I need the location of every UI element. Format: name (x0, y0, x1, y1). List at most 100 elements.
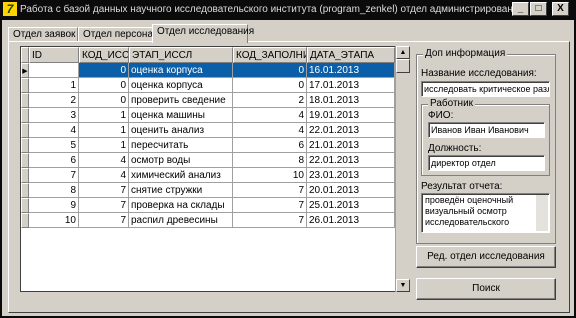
cell-id[interactable]: 9 (29, 198, 79, 213)
cell-date[interactable]: 20.01.2013 (307, 183, 395, 198)
search-button[interactable]: Поиск (416, 278, 556, 300)
column-header-etap[interactable]: ЭТАП_ИССЛ (129, 47, 233, 63)
title-bar[interactable]: 7 Работа с базой данных научного исследо… (0, 0, 576, 20)
table-row[interactable]: 1 0 оценка корпуса 0 17.01.2013 (21, 78, 409, 93)
cell-kod-zap[interactable]: 7 (233, 183, 307, 198)
result-memo[interactable]: проведён оценочный визуальный осмотр исс… (421, 193, 550, 233)
cell-date[interactable]: 17.01.2013 (307, 78, 395, 93)
cell-etap[interactable]: пересчитать (129, 138, 233, 153)
cell-kod-zap[interactable]: 8 (233, 153, 307, 168)
row-pointer-icon[interactable]: ▶ (21, 63, 29, 78)
table-row[interactable]: 10 7 распил древесины 7 26.01.2013 (21, 213, 409, 228)
column-header-date[interactable]: ДАТА_ЭТАПА (307, 47, 395, 63)
cell-etap[interactable]: снятие стружки (129, 183, 233, 198)
cell-kod-issl[interactable]: 7 (79, 213, 129, 228)
cell-id[interactable]: 3 (29, 108, 79, 123)
cell-kod-issl[interactable]: 1 (79, 108, 129, 123)
cell-kod-zap[interactable]: 10 (233, 168, 307, 183)
cell-date[interactable]: 22.01.2013 (307, 123, 395, 138)
cell-kod-zap[interactable]: 4 (233, 123, 307, 138)
table-row[interactable]: 9 7 проверка на склады 7 25.01.2013 (21, 198, 409, 213)
cell-date[interactable]: 25.01.2013 (307, 198, 395, 213)
cell-id[interactable] (29, 63, 79, 78)
research-grid[interactable]: ID КОД_ИССЛЕ ЭТАП_ИССЛ КОД_ЗАПОЛНИКА ДАТ… (20, 46, 410, 292)
cell-date[interactable]: 22.01.2013 (307, 153, 395, 168)
maximize-button[interactable]: □ (530, 2, 547, 16)
row-indicator[interactable] (21, 138, 29, 153)
row-indicator[interactable] (21, 183, 29, 198)
cell-kod-issl[interactable]: 7 (79, 183, 129, 198)
cell-id[interactable]: 1 (29, 78, 79, 93)
table-row[interactable]: 4 1 оценить анализ 4 22.01.2013 (21, 123, 409, 138)
cell-kod-zap[interactable]: 2 (233, 93, 307, 108)
column-header-id[interactable]: ID (29, 47, 79, 63)
cell-kod-issl[interactable]: 1 (79, 123, 129, 138)
cell-date[interactable]: 18.01.2013 (307, 93, 395, 108)
table-row[interactable]: 7 4 химический анализ 10 23.01.2013 (21, 168, 409, 183)
cell-etap[interactable]: проверить сведение (129, 93, 233, 108)
cell-kod-issl[interactable]: 0 (79, 93, 129, 108)
cell-etap[interactable]: осмотр воды (129, 153, 233, 168)
row-indicator[interactable] (21, 213, 29, 228)
scroll-up-icon[interactable]: ▲ (396, 46, 410, 59)
grid-scrollbar[interactable]: ▲ ▼ (395, 46, 410, 292)
minimize-button[interactable]: _ (512, 2, 529, 16)
cell-kod-zap[interactable]: 0 (233, 63, 307, 78)
column-header-kod-zap[interactable]: КОД_ЗАПОЛНИКА (233, 47, 307, 63)
row-indicator[interactable] (21, 153, 29, 168)
cell-date[interactable]: 26.01.2013 (307, 213, 395, 228)
cell-kod-issl[interactable]: 0 (79, 63, 129, 78)
table-row[interactable]: ▶ 0 оценка корпуса 0 16.01.2013 (21, 63, 409, 78)
cell-kod-issl[interactable]: 4 (79, 153, 129, 168)
cell-id[interactable]: 2 (29, 93, 79, 108)
tab-research[interactable]: Отдел исследования (152, 24, 254, 43)
position-field[interactable]: директор отдел (428, 155, 545, 171)
cell-etap[interactable]: оценка машины (129, 108, 233, 123)
row-indicator[interactable] (21, 93, 29, 108)
cell-id[interactable]: 8 (29, 183, 79, 198)
cell-date[interactable]: 16.01.2013 (307, 63, 395, 78)
cell-kod-issl[interactable]: 7 (79, 198, 129, 213)
row-indicator[interactable] (21, 123, 29, 138)
cell-kod-issl[interactable]: 0 (79, 78, 129, 93)
row-indicator[interactable] (21, 78, 29, 93)
table-row[interactable]: 8 7 снятие стружки 7 20.01.2013 (21, 183, 409, 198)
cell-id[interactable]: 4 (29, 123, 79, 138)
cell-etap[interactable]: оценка корпуса (129, 78, 233, 93)
fio-field[interactable]: Иванов Иван Иванович (428, 122, 545, 138)
cell-etap[interactable]: оценить анализ (129, 123, 233, 138)
row-indicator[interactable] (21, 198, 29, 213)
cell-kod-issl[interactable]: 1 (79, 138, 129, 153)
scroll-down-icon[interactable]: ▼ (396, 279, 410, 292)
cell-kod-zap[interactable]: 7 (233, 198, 307, 213)
cell-etap[interactable]: распил древесины (129, 213, 233, 228)
cell-id[interactable]: 6 (29, 153, 79, 168)
cell-id[interactable]: 5 (29, 138, 79, 153)
cell-kod-issl[interactable]: 4 (79, 168, 129, 183)
cell-date[interactable]: 19.01.2013 (307, 108, 395, 123)
cell-date[interactable]: 21.01.2013 (307, 138, 395, 153)
cell-etap[interactable]: химический анализ (129, 168, 233, 183)
cell-etap[interactable]: оценка корпуса (129, 63, 233, 78)
research-name-field[interactable]: исследовать критическое разл (421, 81, 550, 97)
close-button[interactable]: X (552, 2, 569, 16)
edit-research-button[interactable]: Ред. отдел исследования (416, 246, 556, 268)
scroll-thumb[interactable] (396, 59, 410, 73)
cell-kod-zap[interactable]: 6 (233, 138, 307, 153)
cell-id[interactable]: 10 (29, 213, 79, 228)
row-indicator[interactable] (21, 108, 29, 123)
cell-kod-zap[interactable]: 0 (233, 78, 307, 93)
column-header-kod-issl[interactable]: КОД_ИССЛЕ (79, 47, 129, 63)
cell-kod-zap[interactable]: 7 (233, 213, 307, 228)
table-row[interactable]: 5 1 пересчитать 6 21.01.2013 (21, 138, 409, 153)
table-row[interactable]: 2 0 проверить сведение 2 18.01.2013 (21, 93, 409, 108)
cell-id[interactable]: 7 (29, 168, 79, 183)
cell-etap[interactable]: проверка на склады (129, 198, 233, 213)
row-indicator[interactable] (21, 168, 29, 183)
memo-scrollbar[interactable] (536, 195, 548, 231)
cell-kod-zap[interactable]: 4 (233, 108, 307, 123)
table-row[interactable]: 3 1 оценка машины 4 19.01.2013 (21, 108, 409, 123)
cell-date[interactable]: 23.01.2013 (307, 168, 395, 183)
tab-applications[interactable]: Отдел заявок (8, 27, 78, 42)
tab-personnel[interactable]: Отдел персонала (78, 27, 164, 42)
